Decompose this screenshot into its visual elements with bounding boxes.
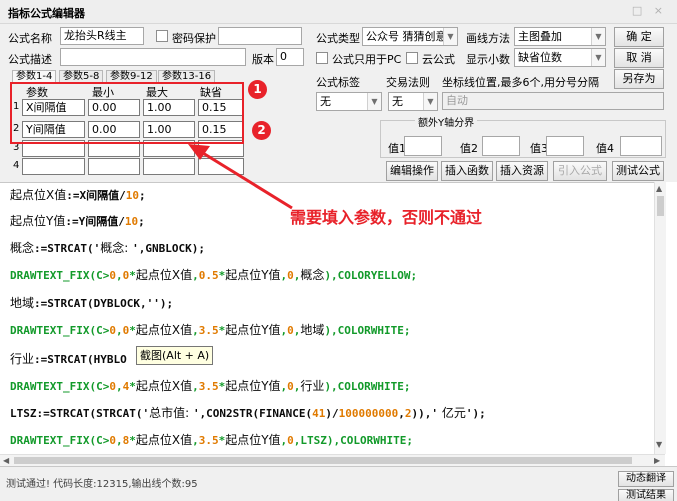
scroll-thumb[interactable] bbox=[657, 196, 664, 216]
formula-desc-input[interactable] bbox=[60, 48, 246, 66]
param4-default-input[interactable] bbox=[198, 158, 244, 175]
test-result-button[interactable]: 测试结果 bbox=[618, 489, 674, 501]
window-title: 指标公式编辑器 bbox=[8, 7, 85, 20]
formula-name-label: 公式名称 bbox=[8, 32, 52, 45]
trade-rule-value: 无 bbox=[392, 95, 403, 108]
scroll-thumb[interactable] bbox=[14, 457, 632, 464]
title-bar: 指标公式编辑器 □ × bbox=[0, 0, 677, 24]
version-label: 版本 bbox=[252, 53, 274, 66]
chevron-down-icon: ▼ bbox=[591, 49, 605, 66]
param4-max-input[interactable] bbox=[143, 158, 195, 175]
password-label: 密码保护 bbox=[172, 32, 216, 45]
param-row-number: 4 bbox=[13, 160, 20, 171]
value1-input[interactable] bbox=[404, 136, 442, 156]
scroll-down-icon[interactable]: ▼ bbox=[656, 440, 662, 449]
formula-type-select[interactable]: 公众号 猜猜创意 ▼ bbox=[362, 27, 458, 46]
extra-y-axis-label: 额外Y轴分界 bbox=[415, 114, 478, 129]
draw-method-select[interactable]: 主图叠加 ▼ bbox=[514, 27, 606, 46]
formula-tag-value: 无 bbox=[320, 95, 331, 108]
annotation-text: 需要填入参数，否则不通过 bbox=[290, 208, 483, 227]
cancel-button[interactable]: 取 消 bbox=[614, 48, 664, 68]
status-text: 测试通过! 代码长度:12315,输出线个数:95 bbox=[6, 479, 198, 490]
draw-method-value: 主图叠加 bbox=[518, 30, 562, 43]
scroll-left-icon[interactable]: ◀ bbox=[3, 456, 9, 465]
horizontal-scrollbar[interactable]: ◀ ▶ bbox=[0, 454, 665, 466]
code-line: 行业:=STRCAT(HYBLO bbox=[10, 352, 127, 366]
code-line: DRAWTEXT_FIX(C>0,8*起点位X值,3.5*起点位Y值,0,LTS… bbox=[10, 433, 414, 447]
code-line: 起点位Y值:=Y间隔值/10; bbox=[10, 214, 145, 228]
test-formula-button[interactable]: 测试公式 bbox=[612, 161, 664, 181]
code-line: DRAWTEXT_FIX(C>0,0*起点位X值,3.5*起点位Y值,0,地域)… bbox=[10, 323, 411, 337]
import-formula-button[interactable]: 引入公式 bbox=[553, 161, 607, 181]
password-input[interactable] bbox=[218, 27, 302, 45]
param4-min-input[interactable] bbox=[88, 158, 140, 175]
decimals-label: 显示小数 bbox=[466, 53, 510, 66]
password-checkbox[interactable] bbox=[156, 30, 168, 42]
pc-only-label: 公式只用于PC bbox=[332, 53, 402, 66]
chevron-down-icon: ▼ bbox=[423, 93, 437, 110]
save-as-button[interactable]: 另存为 bbox=[614, 69, 664, 89]
code-line: 地域:=STRCAT(DYBLOCK,''); bbox=[10, 296, 174, 310]
formula-type-value: 公众号 猜猜创意 bbox=[366, 30, 447, 43]
axis-position-input[interactable]: 自动 bbox=[442, 92, 664, 110]
status-bar: 测试通过! 代码长度:12315,输出线个数:95 动态翻译 测试结果 bbox=[0, 466, 677, 501]
code-line: DRAWTEXT_FIX(C>0,0*起点位X值,0.5*起点位Y值,0,概念)… bbox=[10, 268, 418, 282]
insert-function-button[interactable]: 插入函数 bbox=[441, 161, 493, 181]
annotation-badge-2: 2 bbox=[252, 121, 271, 140]
scroll-right-icon[interactable]: ▶ bbox=[654, 456, 660, 465]
decimals-value: 缺省位数 bbox=[518, 51, 562, 64]
insert-resource-button[interactable]: 插入资源 bbox=[496, 161, 548, 181]
formula-desc-label: 公式描述 bbox=[8, 53, 52, 66]
value4-input[interactable] bbox=[620, 136, 662, 156]
vertical-scrollbar[interactable]: ▲ ▼ bbox=[654, 182, 666, 454]
ok-button[interactable]: 确 定 bbox=[614, 27, 664, 47]
edit-ops-button[interactable]: 编辑操作 bbox=[386, 161, 438, 181]
code-line: LTSZ:=STRCAT(STRCAT('总市值: ',CON2STR(FINA… bbox=[10, 406, 486, 420]
pc-only-checkbox[interactable] bbox=[316, 52, 328, 64]
version-input[interactable]: 0 bbox=[276, 48, 304, 66]
value2-input[interactable] bbox=[482, 136, 520, 156]
window-controls[interactable]: □ × bbox=[632, 4, 667, 17]
code-line: 起点位X值:=X间隔值/10; bbox=[10, 188, 146, 202]
value3-input[interactable] bbox=[546, 136, 584, 156]
param4-name-input[interactable] bbox=[22, 158, 85, 175]
value2-label: 值2 bbox=[460, 142, 478, 155]
annotation-badge-1: 1 bbox=[248, 80, 267, 99]
chevron-down-icon: ▼ bbox=[591, 28, 605, 45]
cloud-checkbox[interactable] bbox=[406, 52, 418, 64]
trade-rule-select[interactable]: 无 ▼ bbox=[388, 92, 438, 111]
draw-method-label: 画线方法 bbox=[466, 32, 510, 45]
code-line: DRAWTEXT_FIX(C>0,4*起点位X值,3.5*起点位Y值,0,行业)… bbox=[10, 379, 411, 393]
screenshot-tooltip: 截图(Alt + A) bbox=[136, 346, 214, 365]
axis-position-hint: 坐标线位置,最多6个,用分号分隔 bbox=[442, 76, 599, 89]
value4-label: 值4 bbox=[596, 142, 614, 155]
chevron-down-icon: ▼ bbox=[443, 28, 457, 45]
decimals-select[interactable]: 缺省位数 ▼ bbox=[514, 48, 606, 67]
scroll-up-icon[interactable]: ▲ bbox=[656, 184, 662, 193]
annotation-highlight-box bbox=[10, 82, 244, 144]
code-line: 概念:=STRCAT('概念: ',GNBLOCK); bbox=[10, 241, 205, 255]
formula-type-label: 公式类型 bbox=[316, 32, 360, 45]
formula-name-input[interactable]: 龙抬头R线主 bbox=[60, 27, 144, 45]
trade-rule-label: 交易法则 bbox=[386, 76, 430, 89]
chevron-down-icon: ▼ bbox=[367, 93, 381, 110]
formula-tag-select[interactable]: 无 ▼ bbox=[316, 92, 382, 111]
formula-tag-label: 公式标签 bbox=[316, 76, 360, 89]
dynamic-translate-button[interactable]: 动态翻译 bbox=[618, 471, 674, 487]
cloud-label: 云公式 bbox=[422, 53, 455, 66]
